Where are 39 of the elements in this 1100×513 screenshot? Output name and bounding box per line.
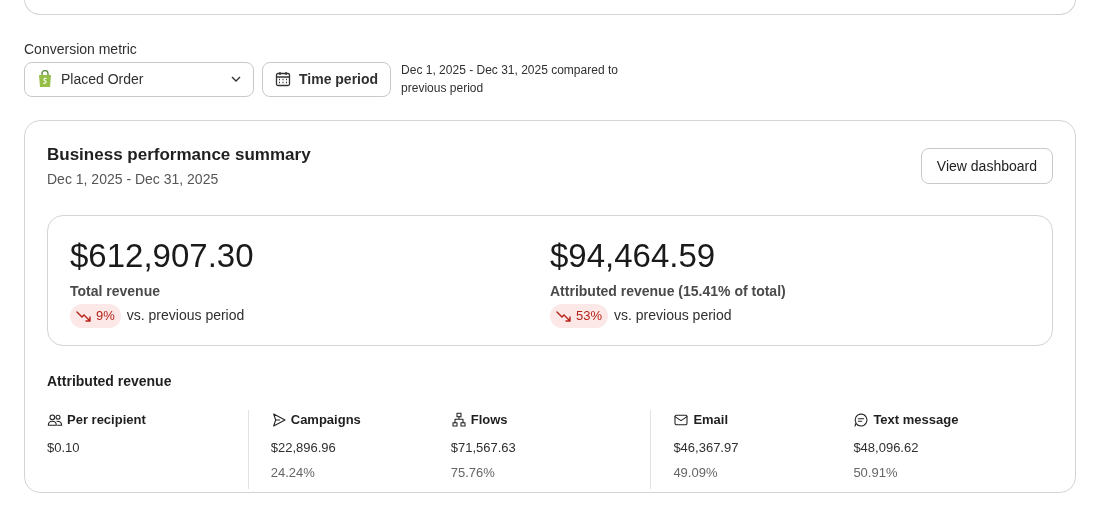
metric-value: $48,096.62	[853, 438, 920, 457]
metric-value: $46,367.97	[673, 438, 740, 457]
people-icon	[47, 411, 63, 428]
metric-share: 50.91%	[853, 464, 899, 482]
metric-label: Email	[693, 411, 729, 429]
metric-label: Campaigns	[290, 411, 361, 429]
card-title: Business performance summary	[47, 145, 311, 165]
kpi-value: $94,464.59	[550, 236, 717, 276]
metric-share: 75.76%	[450, 464, 496, 482]
metric-label: Flows	[470, 411, 508, 429]
kpi-label: Attributed revenue (15.41% of total)	[550, 282, 787, 301]
calendar-icon	[275, 71, 291, 87]
change-badge: 53%	[550, 304, 609, 328]
metric-label: Per recipient	[67, 411, 146, 429]
comparison-text: vs. previous period	[614, 306, 732, 326]
chevron-down-icon	[231, 76, 241, 82]
metric-share: 49.09%	[673, 464, 719, 482]
bag-icon	[37, 70, 53, 88]
metric-value: $71,567.63	[450, 438, 517, 457]
metric-label: Text message	[873, 411, 959, 429]
change-badge: 9%	[70, 304, 121, 328]
field-label: Conversion metric	[24, 40, 138, 59]
comparison-text: vs. previous period	[126, 306, 245, 326]
metric-value: $22,896.96	[270, 438, 337, 457]
trend-down-icon	[556, 309, 572, 322]
time-period-button[interactable]: Time period	[262, 61, 392, 97]
date-range: Dec 1, 2025 - Dec 31, 2025	[47, 170, 220, 189]
kpi-value: $612,907.30	[70, 236, 255, 276]
flow-icon	[450, 411, 467, 428]
metric-select[interactable]: Placed Order	[24, 61, 254, 97]
send-icon	[270, 411, 287, 428]
view-dashboard-button[interactable]: View dashboard	[920, 148, 1053, 184]
metric-share: 24.24%	[270, 464, 316, 482]
chat-icon	[853, 411, 870, 428]
trend-down-icon	[76, 309, 92, 322]
metric-value: $0.10	[47, 438, 81, 457]
period-description: Dec 1, 2025 - Dec 31, 2025 compared to previous period	[401, 62, 619, 97]
section-title: Attributed revenue	[47, 372, 173, 391]
kpi-label: Total revenue	[70, 282, 161, 301]
